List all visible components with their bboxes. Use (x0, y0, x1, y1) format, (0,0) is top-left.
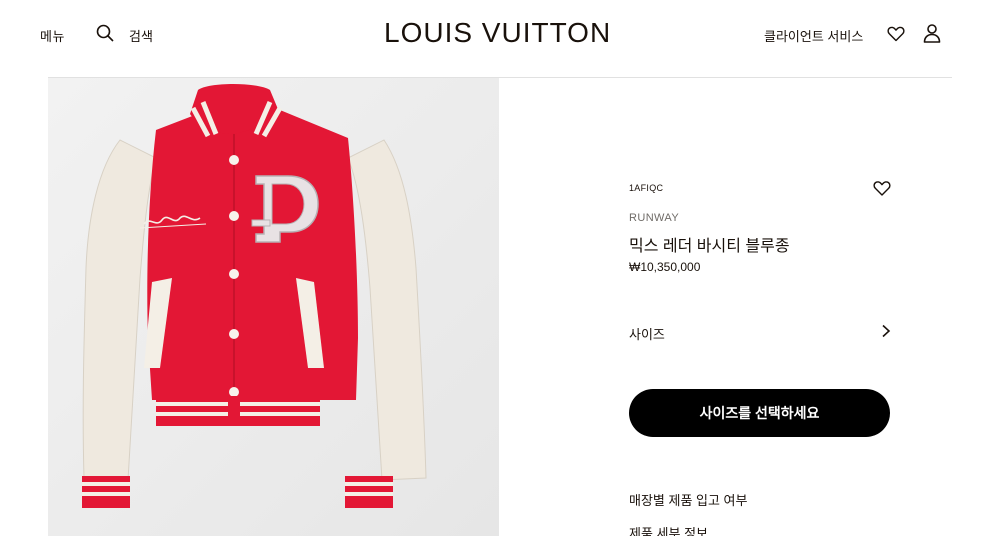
product-price: ₩10,350,000 (629, 260, 701, 274)
heart-icon[interactable] (873, 180, 891, 197)
size-selector[interactable]: 사이즈 (629, 320, 891, 342)
product-image[interactable] (48, 78, 499, 536)
product-info: 1AFIQC RUNWAY 믹스 레더 바시티 블루종 ₩10,350,000 … (629, 0, 891, 536)
menu-button[interactable]: 메뉴 (40, 26, 65, 45)
store-availability-link[interactable]: 매장별 제품 입고 여부 (629, 490, 747, 509)
size-label: 사이즈 (629, 327, 665, 342)
select-size-button[interactable]: 사이즈를 선택하세요 (629, 389, 890, 437)
product-title: 믹스 레더 바시티 블루종 (629, 238, 790, 255)
user-icon-svg (923, 24, 941, 43)
collection-label: RUNWAY (629, 212, 680, 224)
heart-icon-svg (873, 181, 891, 196)
product-details-link[interactable]: 제품 세부 정보 (629, 523, 708, 536)
brand-logo[interactable]: LOUIS VUITTON (384, 17, 611, 49)
varsity-jacket-illustration (48, 78, 499, 536)
search-icon-svg (96, 24, 114, 42)
search-button-label[interactable]: 검색 (129, 26, 153, 45)
user-icon[interactable] (922, 23, 942, 43)
search-icon[interactable] (96, 24, 114, 42)
product-sku: 1AFIQC (629, 183, 664, 193)
chevron-right-icon (881, 324, 891, 338)
